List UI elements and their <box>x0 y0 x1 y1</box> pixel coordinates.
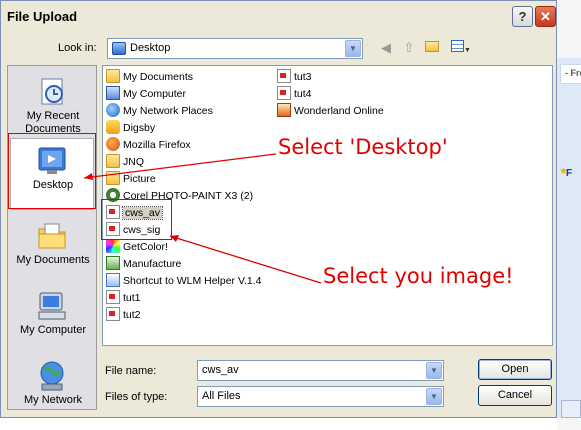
chevron-down-icon[interactable]: ▼ <box>426 362 442 379</box>
file-item-label: My Network Places <box>123 105 213 117</box>
file-item[interactable]: Shortcut to WLM Helper V.1.4 <box>106 273 262 289</box>
chevron-down-icon[interactable]: ▼ <box>345 40 361 57</box>
place-label: My Network <box>23 394 83 406</box>
place-my-network[interactable]: My Network <box>8 354 98 424</box>
file-item[interactable]: tut1 <box>106 290 141 306</box>
network-icon <box>106 103 120 118</box>
background-tab: - Fre <box>560 64 581 84</box>
image-icon <box>277 86 291 101</box>
place-my-computer[interactable]: My Computer <box>8 284 98 354</box>
new-folder-icon[interactable] <box>423 39 441 57</box>
image-icon <box>106 307 120 322</box>
select-desktop-annotation: Select 'Desktop' <box>278 135 448 159</box>
folder-icon <box>106 171 120 186</box>
file-item[interactable]: My Documents <box>106 69 193 85</box>
file-item[interactable]: tut3 <box>277 69 312 85</box>
desktop-highlight-box <box>8 133 96 209</box>
my-computer-icon <box>36 290 68 322</box>
image-icon <box>277 69 291 84</box>
file-item[interactable]: tut2 <box>106 307 141 323</box>
file-item-label: My Computer <box>123 88 187 100</box>
file-type-value: All Files <box>202 390 241 402</box>
file-name-value: cws_av <box>202 364 239 376</box>
select-image-annotation: Select you image! <box>323 264 514 288</box>
background-link: F <box>566 168 573 179</box>
views-menu-icon[interactable]: ▼ <box>448 39 474 57</box>
title-bar[interactable]: File Upload ? ✕ <box>1 1 556 33</box>
close-button[interactable]: ✕ <box>535 6 556 27</box>
file-item-label: Wonderland Online <box>294 105 384 117</box>
file-item[interactable]: Mozilla Firefox <box>106 137 191 153</box>
place-label: My Computer <box>19 324 87 336</box>
file-name-label: File name: <box>105 365 157 377</box>
file-item-label: Manufacture <box>123 258 182 270</box>
file-item[interactable]: GetColor! <box>106 239 168 255</box>
file-item[interactable]: tut4 <box>277 86 312 102</box>
computer-icon <box>106 86 120 101</box>
file-item[interactable]: My Computer <box>106 86 186 102</box>
folder-icon <box>106 154 120 169</box>
window-title: File Upload <box>7 9 78 24</box>
open-button[interactable]: Open <box>478 359 552 380</box>
file-upload-dialog: File Upload ? ✕ Look in: Desktop ▼ ◀ ⇧ ▼… <box>0 0 557 418</box>
file-name-input[interactable]: cws_av ▼ <box>197 360 444 381</box>
file-item-label: tut4 <box>294 88 312 100</box>
chevron-down-icon[interactable]: ▼ <box>426 388 442 405</box>
cancel-button[interactable]: Cancel <box>478 385 552 406</box>
file-item[interactable]: JNQ <box>106 154 144 170</box>
look-in-select[interactable]: Desktop ▼ <box>107 38 363 59</box>
firefox-icon <box>106 137 120 152</box>
desktop-icon <box>112 42 126 55</box>
my-network-icon <box>36 360 68 392</box>
file-item-label: tut1 <box>123 292 141 304</box>
look-in-value: Desktop <box>130 42 171 54</box>
file-item-label: My Documents <box>123 71 194 83</box>
file-item-label: Mozilla Firefox <box>123 139 191 151</box>
file-item-label: JNQ <box>123 156 144 168</box>
wlm-icon <box>106 273 120 288</box>
back-icon[interactable]: ◀ <box>377 39 395 57</box>
file-item-label: Digsby <box>123 122 156 134</box>
recent-documents-icon <box>36 76 68 108</box>
background-panel <box>557 58 581 418</box>
place-recent-documents[interactable]: My Recent Documents <box>8 70 98 140</box>
help-button[interactable]: ? <box>512 6 533 27</box>
folder-icon <box>106 69 120 84</box>
place-my-documents[interactable]: My Documents <box>8 214 98 284</box>
file-item[interactable]: My Network Places <box>106 103 213 119</box>
place-label: My Documents <box>16 254 90 266</box>
file-type-label: Files of type: <box>105 391 168 403</box>
file-type-select[interactable]: All Files ▼ <box>197 386 444 407</box>
file-item-label: tut3 <box>294 71 312 83</box>
places-bar: My Recent Documents Desktop My Documents … <box>7 65 97 410</box>
getcolor-icon <box>106 239 120 254</box>
digsby-icon <box>106 120 120 135</box>
excel-icon <box>106 256 120 271</box>
wonderland-icon <box>277 103 291 118</box>
file-item[interactable]: Manufacture <box>106 256 181 272</box>
file-item-label: GetColor! <box>123 241 168 253</box>
image-highlight-box <box>101 199 172 240</box>
file-item-label: tut2 <box>123 309 141 321</box>
my-documents-icon <box>36 220 68 252</box>
background-scrollbar <box>561 400 581 418</box>
look-in-label: Look in: <box>58 42 97 54</box>
file-item[interactable]: Picture <box>106 171 156 187</box>
up-folder-icon[interactable]: ⇧ <box>400 39 418 57</box>
file-item-label: Shortcut to WLM Helper V.1.4 <box>123 275 262 287</box>
file-item[interactable]: Digsby <box>106 120 155 136</box>
file-item-label: Picture <box>123 173 156 185</box>
image-icon <box>106 290 120 305</box>
file-item[interactable]: Wonderland Online <box>277 103 384 119</box>
